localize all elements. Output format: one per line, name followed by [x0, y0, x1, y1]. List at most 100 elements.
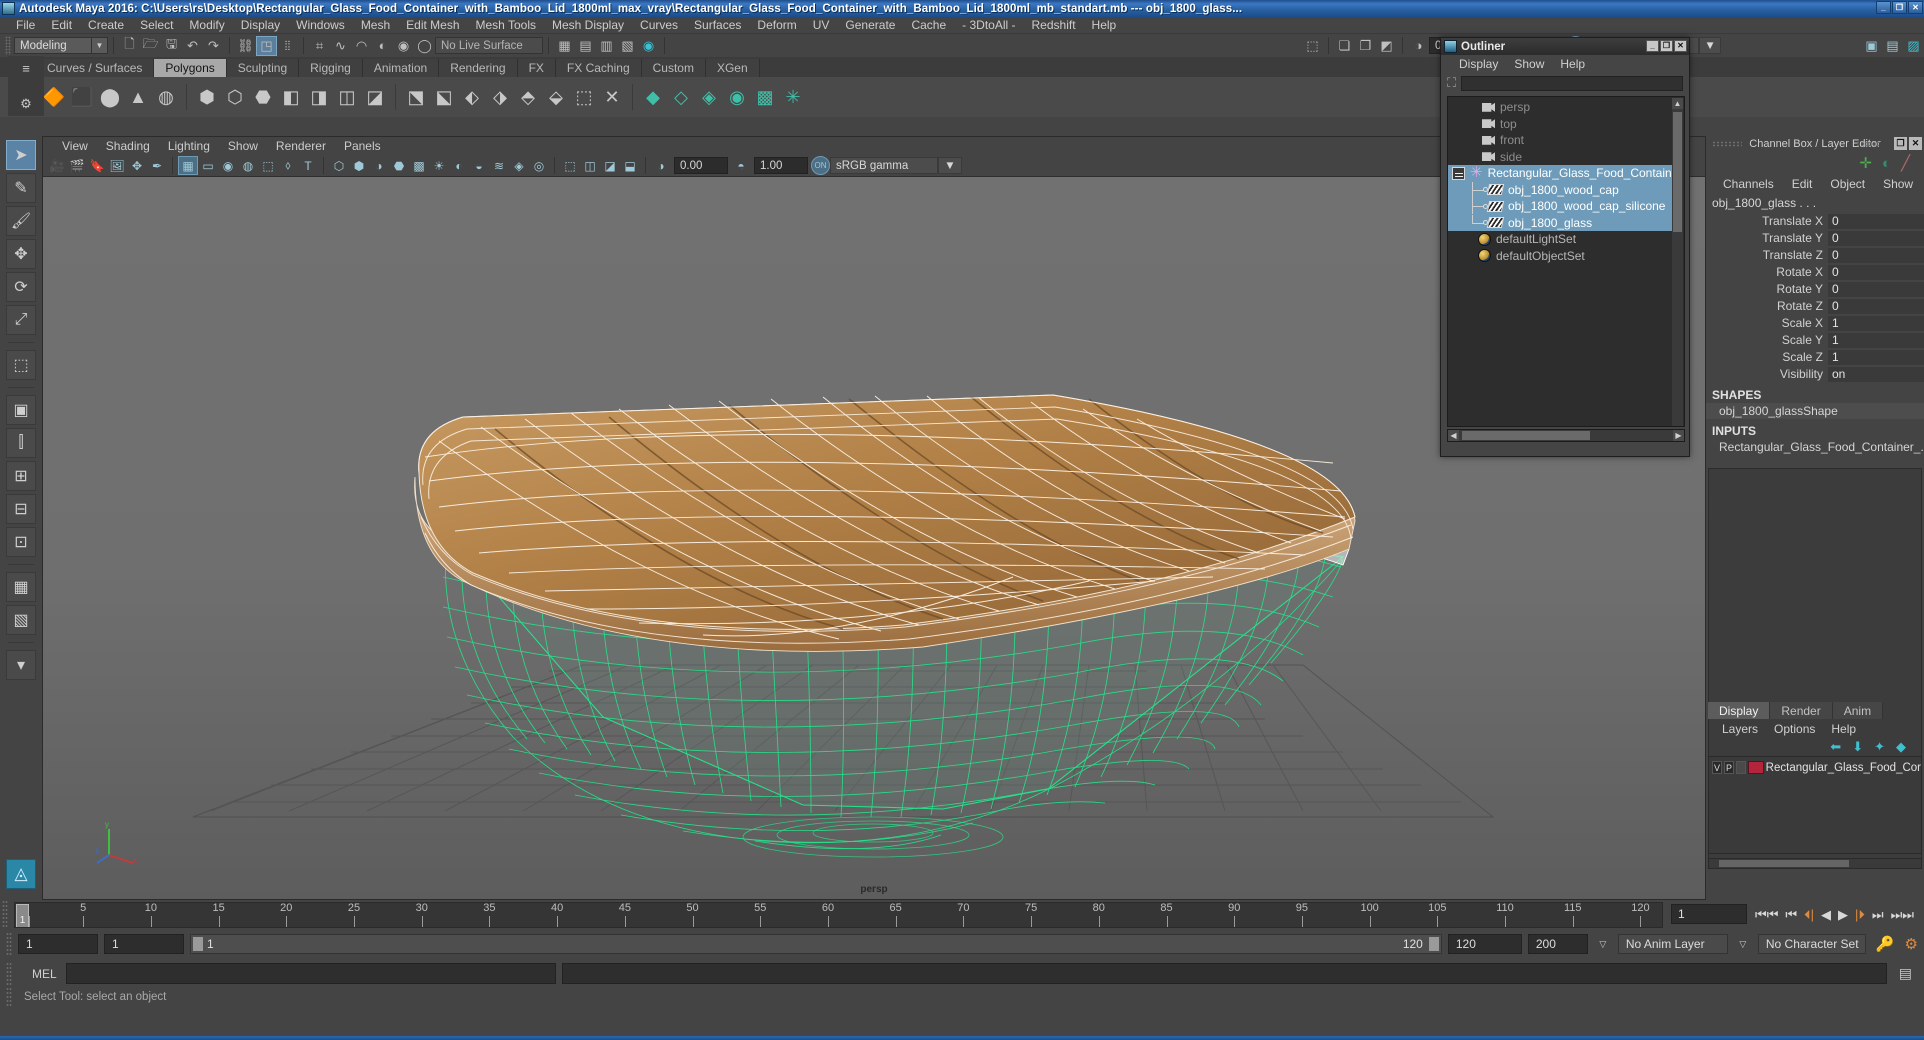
playback-start-field[interactable]: 1: [104, 934, 184, 954]
shelf-tab-fx-caching[interactable]: FX Caching: [555, 59, 642, 77]
redo-icon[interactable]: ↷: [203, 36, 224, 56]
show-outliner-icon[interactable]: ▧: [617, 36, 638, 56]
current-frame-field[interactable]: 1: [1671, 904, 1747, 924]
time-slider[interactable]: 1 5 10 15 20 25 30 35 40 45 50 55 60 65 70 75 80 85 90 95 1…: [14, 902, 1663, 928]
wireframe-shading-icon[interactable]: ⬡: [329, 156, 349, 175]
layer-visibility-toggle[interactable]: V: [1712, 761, 1723, 774]
shade-options-icon[interactable]: ◑: [369, 156, 389, 175]
play-backwards-icon[interactable]: ◀: [1821, 907, 1831, 923]
outliner-row[interactable]: top: [1448, 116, 1674, 133]
channel-label[interactable]: Scale Y: [1706, 333, 1828, 347]
persp-outliner-layout-icon[interactable]: ⊟: [6, 494, 36, 524]
viewport-menu-panels[interactable]: Panels: [335, 139, 390, 153]
command-output-field[interactable]: [562, 963, 1887, 984]
outliner-search-input[interactable]: [1461, 75, 1683, 91]
script-editor-icon[interactable]: ▤: [1893, 965, 1918, 982]
layer-editor-scrollbar[interactable]: [1708, 858, 1922, 869]
open-scene-icon[interactable]: 🗁: [140, 36, 161, 56]
screen-space-ao-icon[interactable]: ◒: [469, 156, 489, 175]
slash-icon[interactable]: ╱: [1901, 154, 1910, 172]
open-render-view-icon[interactable]: ❏: [1334, 36, 1355, 56]
channel-menu-edit[interactable]: Edit: [1783, 177, 1822, 191]
grid-toggle-icon[interactable]: ▦: [178, 156, 198, 175]
playback-end-field[interactable]: 120: [1447, 934, 1522, 954]
animation-preferences-gear-icon[interactable]: ⚙: [1905, 935, 1918, 953]
menu-item-mesh-display[interactable]: Mesh Display: [544, 17, 632, 33]
sphere-shading-icon[interactable]: ◐: [1882, 155, 1891, 172]
fill-hole-icon[interactable]: ⬗: [486, 83, 514, 111]
menu-item-windows[interactable]: Windows: [288, 17, 353, 33]
menu-item-modify[interactable]: Modify: [181, 17, 232, 33]
motion-blur-icon[interactable]: ≋: [489, 156, 509, 175]
show-attribute-editor-icon[interactable]: ▦: [554, 36, 575, 56]
layer-color-swatch[interactable]: [1748, 761, 1764, 774]
shelf-tab-custom[interactable]: Custom: [641, 59, 706, 77]
viewport-snapshot-icon[interactable]: ⬓: [620, 156, 640, 175]
outliner-row[interactable]: ✳ Rectangular_Glass_Food_Contain: [1448, 165, 1674, 182]
outliner-vertical-scrollbar[interactable]: ▲: [1672, 98, 1683, 426]
cone-icon[interactable]: ▲: [124, 83, 152, 111]
viewport-menu-shading[interactable]: Shading: [97, 139, 159, 153]
shapes-section-item[interactable]: obj_1800_glassShape: [1706, 403, 1924, 419]
camera-attributes-icon[interactable]: 🎬: [67, 156, 87, 175]
extrude-icon[interactable]: ⬔: [402, 83, 430, 111]
shelf-tab-xgen[interactable]: XGen: [705, 59, 760, 77]
move-layer-down-icon[interactable]: ⬇: [1852, 739, 1863, 755]
gamma-icon[interactable]: ◑: [1408, 36, 1429, 56]
outliner-row[interactable]: persp: [1448, 99, 1674, 116]
separate-icon[interactable]: ⬡: [221, 83, 249, 111]
texture-display-icon[interactable]: ▩: [409, 156, 429, 175]
maya-help-logo-icon[interactable]: ◬: [6, 859, 36, 889]
new-layer-icon[interactable]: ✦: [1874, 739, 1885, 755]
live-surface-field[interactable]: No Live Surface: [435, 37, 543, 54]
outliner-close-button[interactable]: ✕: [1674, 40, 1687, 52]
xray-icon[interactable]: ◫: [580, 156, 600, 175]
shadows-icon[interactable]: ◐: [449, 156, 469, 175]
outliner-minimize-button[interactable]: _: [1646, 40, 1659, 52]
undo-icon[interactable]: ↶: [182, 36, 203, 56]
channel-label[interactable]: Rotate X: [1706, 265, 1828, 279]
isolate-select-icon[interactable]: ⬚: [560, 156, 580, 175]
shelf-tab-rigging[interactable]: Rigging: [299, 59, 363, 77]
new-scene-icon[interactable]: 🗋: [119, 36, 140, 56]
menu-item-curves[interactable]: Curves: [632, 17, 686, 33]
layer-tab-display[interactable]: Display: [1708, 702, 1771, 719]
outliner-horizontal-scrollbar[interactable]: ◀ ▶: [1447, 429, 1685, 442]
channel-label[interactable]: Rotate Z: [1706, 299, 1828, 313]
layer-name[interactable]: Rectangular_Glass_Food_Cor: [1766, 762, 1921, 774]
channel-label[interactable]: Scale Z: [1706, 350, 1828, 364]
shelf-tab-fx[interactable]: FX: [517, 59, 556, 77]
cube-icon[interactable]: ⬛: [68, 83, 96, 111]
outliner-scroll-up-icon[interactable]: ▲: [1672, 98, 1683, 109]
xray-active-components-icon[interactable]: ◪: [600, 156, 620, 175]
viewport-menu-view[interactable]: View: [53, 139, 97, 153]
outliner-row[interactable]: obj_1800_glass: [1448, 214, 1674, 231]
snap-to-point-icon[interactable]: ◠: [351, 36, 372, 56]
outliner-row[interactable]: obj_1800_wood_cap_silicone: [1448, 198, 1674, 215]
channel-value-field[interactable]: 1: [1828, 349, 1924, 365]
two-pane-layout-icon[interactable]: ⫿: [6, 428, 36, 458]
step-forward-frame-icon[interactable]: |⏵: [1855, 907, 1865, 923]
step-back-frame-icon[interactable]: ⏴|: [1804, 907, 1814, 923]
command-language-label[interactable]: MEL: [18, 967, 60, 981]
rotate-tool-icon[interactable]: ⟳: [6, 272, 36, 302]
snap-to-curve-icon[interactable]: ∿: [330, 36, 351, 56]
paint-select-tool-icon[interactable]: 🖌: [6, 206, 36, 236]
select-by-component-type-icon[interactable]: ⦙⦙: [277, 36, 298, 56]
make-live-icon[interactable]: ◯: [414, 36, 435, 56]
outliner-row[interactable]: side: [1448, 149, 1674, 166]
outliner-row[interactable]: defaultLightSet: [1448, 231, 1674, 248]
scale-tool-icon[interactable]: ⤢: [6, 305, 36, 335]
outliner-filter-icon[interactable]: ⛶: [1447, 75, 1456, 91]
outliner-scroll-left-icon[interactable]: ◀: [1448, 430, 1459, 441]
layer-state-toggle[interactable]: [1736, 761, 1747, 774]
single-view-layout-icon[interactable]: ▣: [6, 395, 36, 425]
help-line-icon[interactable]: ▨: [1903, 36, 1924, 56]
outliner-hscroll-thumb[interactable]: [1462, 431, 1590, 440]
offset-edge-loop-icon[interactable]: ⬚: [570, 83, 598, 111]
viewport-menu-show[interactable]: Show: [219, 139, 267, 153]
menu-item-3dtoall[interactable]: - 3DtoAll -: [954, 17, 1023, 33]
shelf-tab-polygons[interactable]: Polygons: [154, 59, 227, 77]
animation-end-field[interactable]: 200: [1527, 934, 1588, 954]
channel-value-field[interactable]: 0: [1828, 213, 1924, 229]
